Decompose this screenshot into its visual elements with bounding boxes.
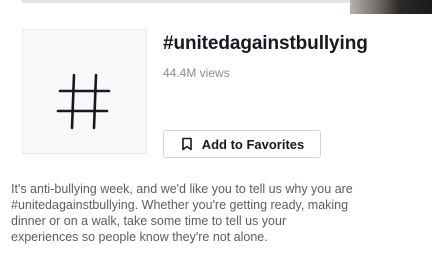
hashtag-description: It's anti-bullying week, and we'd like y… [11,181,426,245]
add-to-favorites-button[interactable]: Add to Favorites [163,130,321,158]
add-to-favorites-label: Add to Favorites [201,136,305,152]
description-line: experiences so people know they're not a… [11,230,268,244]
top-strip [0,0,432,14]
divider-line [22,0,350,3]
hashtag-avatar [22,29,147,154]
description-line: #unitedagainstbullying. Whether you're g… [11,198,349,212]
description-line: dinner or on a walk, take some time to t… [11,214,287,228]
description-line: It's anti-bullying week, and we'd like y… [11,182,353,196]
view-count: 44.4M views [163,66,230,80]
hashtag-title: #unitedagainstbullying [163,33,368,54]
video-thumbnail-edge[interactable] [350,0,432,14]
bookmark-icon [180,137,194,151]
hashtag-icon [56,73,111,130]
